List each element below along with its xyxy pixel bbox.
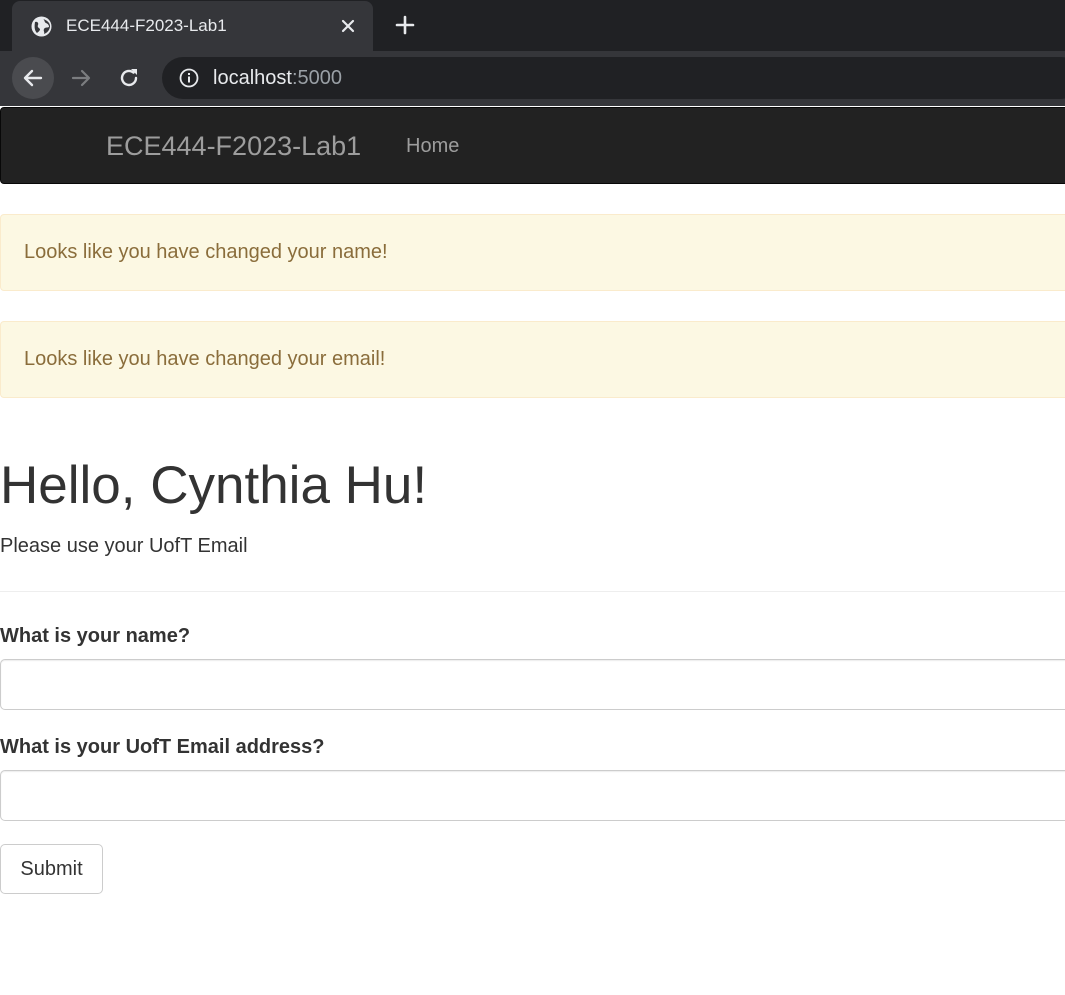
alert-text: Looks like you have changed your email! (24, 348, 386, 370)
url-text: localhost:5000 (213, 67, 342, 90)
alert-text: Looks like you have changed your name! (24, 241, 388, 263)
url-port: :5000 (291, 67, 342, 89)
forward-button[interactable] (60, 57, 102, 99)
arrow-left-icon (23, 69, 43, 87)
arrow-right-icon (71, 69, 91, 87)
new-tab-plus-icon[interactable] (394, 14, 416, 36)
url-host: localhost (213, 67, 292, 89)
close-icon[interactable] (338, 16, 358, 36)
nav-home-link[interactable]: Home (406, 135, 459, 158)
browser-tab-strip: ECE444-F2023-Lab1 (0, 0, 1065, 51)
tab-title: ECE444-F2023-Lab1 (66, 16, 227, 35)
alert-name-changed: Looks like you have changed your name! (0, 214, 1065, 291)
globe-icon (31, 16, 52, 37)
navbar-brand[interactable]: ECE444-F2023-Lab1 (106, 131, 361, 162)
divider (0, 591, 1065, 592)
browser-toolbar: localhost:5000 (0, 51, 1065, 106)
name-label: What is your name? (0, 625, 191, 647)
submit-button[interactable]: Submit (0, 844, 103, 894)
email-input[interactable] (0, 770, 1065, 821)
page-subtext: Please use your UofT Email (0, 535, 248, 557)
reload-icon (120, 69, 138, 87)
back-button[interactable] (12, 57, 54, 99)
page-title: Hello, Cynthia Hu! (0, 456, 428, 515)
address-bar[interactable]: localhost:5000 (162, 57, 1065, 99)
alert-email-changed: Looks like you have changed your email! (0, 321, 1065, 398)
name-input[interactable] (0, 659, 1065, 710)
browser-tab[interactable]: ECE444-F2023-Lab1 (12, 1, 373, 51)
email-label: What is your UofT Email address? (0, 736, 325, 758)
reload-button[interactable] (108, 57, 150, 99)
site-navbar: ECE444-F2023-Lab1 Home (0, 107, 1065, 184)
info-icon[interactable] (179, 68, 199, 88)
